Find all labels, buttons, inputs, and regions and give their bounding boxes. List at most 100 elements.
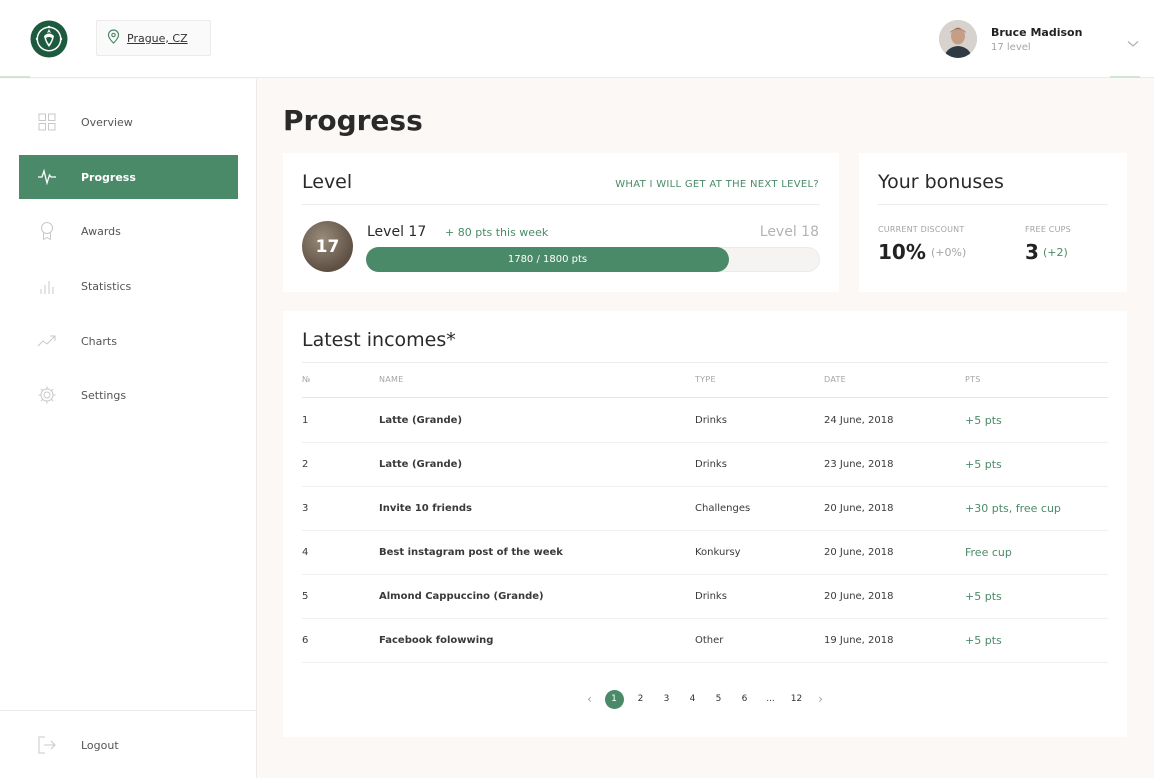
- page-button[interactable]: 6: [732, 694, 758, 704]
- starbucks-logo[interactable]: [30, 20, 68, 58]
- row-date: 24 June, 2018: [824, 415, 894, 426]
- logout-icon: [37, 735, 57, 755]
- page-button[interactable]: 5: [706, 694, 732, 704]
- row-number: 5: [302, 591, 309, 602]
- row-number: 6: [302, 635, 309, 646]
- location-selector[interactable]: Prague, CZ: [96, 20, 211, 56]
- prev-page-button[interactable]: ‹: [579, 692, 601, 706]
- row-pts: +5 pts: [965, 414, 1002, 427]
- row-number: 2: [302, 459, 309, 470]
- current-level-label: Level 17: [367, 224, 427, 240]
- user-name: Bruce Madison: [991, 25, 1083, 39]
- sidebar-item-overview[interactable]: Overview: [19, 100, 238, 144]
- row-name: Almond Cappuccino (Grande): [379, 591, 544, 602]
- row-pts: +5 pts: [965, 590, 1002, 603]
- free-cups-label: FREE CUPS: [1025, 225, 1071, 234]
- column-header-pts: PTS: [965, 375, 981, 384]
- column-header-name: NAME: [379, 375, 404, 384]
- grid-icon: [37, 112, 57, 132]
- bar-chart-icon: [37, 276, 57, 296]
- row-name: Invite 10 friends: [379, 503, 472, 514]
- sidebar-item-label: Statistics: [81, 279, 132, 293]
- row-pts: +5 pts: [965, 634, 1002, 647]
- row-number: 4: [302, 547, 309, 558]
- map-pin-icon: [107, 28, 120, 48]
- row-pts: +30 pts, free cup: [965, 502, 1061, 515]
- level-card: Level WHAT I WILL GET AT THE NEXT LEVEL?…: [283, 153, 839, 292]
- table-header-divider: [302, 397, 1108, 398]
- level-badge: 17: [302, 221, 353, 272]
- sidebar-item-label: Charts: [81, 334, 117, 348]
- discount-value: 10%: [878, 240, 926, 264]
- discount-delta: (+0%): [931, 246, 967, 259]
- sidebar-item-statistics[interactable]: Statistics: [19, 264, 238, 308]
- table-row: 6 Facebook folowwing Other 19 June, 2018…: [302, 619, 1108, 663]
- card-divider: [302, 362, 1108, 363]
- header-divider-accent: [0, 76, 30, 78]
- free-cups-value: 3: [1025, 240, 1039, 264]
- sidebar-item-charts[interactable]: Charts: [19, 319, 238, 363]
- column-header-number: №: [302, 375, 311, 384]
- award-icon: [37, 221, 57, 241]
- row-type: Other: [695, 635, 724, 646]
- page-button[interactable]: 12: [784, 694, 810, 704]
- location-label: Prague, CZ: [127, 31, 188, 45]
- page-button[interactable]: 2: [628, 694, 654, 704]
- header-divider-accent: [1110, 76, 1140, 78]
- gear-icon: [37, 385, 57, 405]
- top-header: Prague, CZ Bruce Madison 17 level: [0, 0, 1154, 78]
- row-pts: +5 pts: [965, 458, 1002, 471]
- table-row: 4 Best instagram post of the week Konkur…: [302, 531, 1108, 575]
- page-button[interactable]: 4: [680, 694, 706, 704]
- row-date: 20 June, 2018: [824, 591, 894, 602]
- table-row: 2 Latte (Grande) Drinks 23 June, 2018 +5…: [302, 443, 1108, 487]
- sidebar-item-awards[interactable]: Awards: [19, 209, 238, 253]
- row-date: 20 June, 2018: [824, 547, 894, 558]
- row-name: Latte (Grande): [379, 415, 463, 426]
- row-number: 1: [302, 415, 309, 426]
- chevron-down-icon[interactable]: [1127, 33, 1139, 52]
- next-page-button[interactable]: ›: [810, 692, 832, 706]
- progress-text: 1780 / 1800 pts: [507, 254, 588, 265]
- incomes-card-title: Latest incomes*: [302, 329, 456, 351]
- weekly-points-label: + 80 pts this week: [445, 226, 549, 239]
- bonuses-card: Your bonuses CURRENT DISCOUNT 10% (+0%) …: [859, 153, 1127, 292]
- row-name: Best instagram post of the week: [379, 547, 563, 558]
- page-button-current[interactable]: 1: [604, 689, 624, 709]
- sidebar-item-progress[interactable]: Progress: [19, 155, 238, 199]
- table-row: 1 Latte (Grande) Drinks 24 June, 2018 +5…: [302, 399, 1108, 443]
- sidebar-item-label: Awards: [81, 224, 121, 238]
- sidebar-item-label: Settings: [81, 388, 127, 402]
- row-type: Konkursy: [695, 547, 741, 558]
- row-date: 23 June, 2018: [824, 459, 894, 470]
- row-name: Facebook folowwing: [379, 635, 494, 646]
- next-level-link[interactable]: WHAT I WILL GET AT THE NEXT LEVEL?: [615, 179, 819, 190]
- logout-button[interactable]: Logout: [19, 723, 238, 767]
- page-button[interactable]: 3: [654, 694, 680, 704]
- user-level: 17 level: [991, 41, 1031, 53]
- row-type: Challenges: [695, 503, 751, 514]
- row-pts: Free cup: [965, 546, 1012, 559]
- user-menu[interactable]: Bruce Madison 17 level: [939, 19, 1139, 59]
- avatar: [939, 20, 977, 58]
- row-type: Drinks: [695, 591, 727, 602]
- discount-label: CURRENT DISCOUNT: [878, 225, 965, 234]
- row-date: 19 June, 2018: [824, 635, 894, 646]
- row-type: Drinks: [695, 459, 727, 470]
- table-row: 3 Invite 10 friends Challenges 20 June, …: [302, 487, 1108, 531]
- bonuses-card-title: Your bonuses: [878, 171, 1004, 193]
- card-divider: [878, 204, 1108, 205]
- row-type: Drinks: [695, 415, 727, 426]
- level-card-title: Level: [302, 171, 353, 193]
- progress-bar-fill: 1780 / 1800 pts: [366, 247, 729, 272]
- next-level-label: Level 18: [759, 224, 819, 240]
- sidebar-item-settings[interactable]: Settings: [19, 373, 238, 417]
- card-divider: [302, 204, 820, 205]
- free-cups-delta: (+2): [1043, 246, 1068, 259]
- pagination: ‹ 1 2 3 4 5 6 ... 12 ›: [283, 688, 1127, 710]
- row-number: 3: [302, 503, 309, 514]
- pulse-icon: [37, 167, 57, 187]
- column-header-type: TYPE: [695, 375, 716, 384]
- table-row: 5 Almond Cappuccino (Grande) Drinks 20 J…: [302, 575, 1108, 619]
- latest-incomes-card: Latest incomes* № NAME TYPE DATE PTS 1 L…: [283, 311, 1127, 737]
